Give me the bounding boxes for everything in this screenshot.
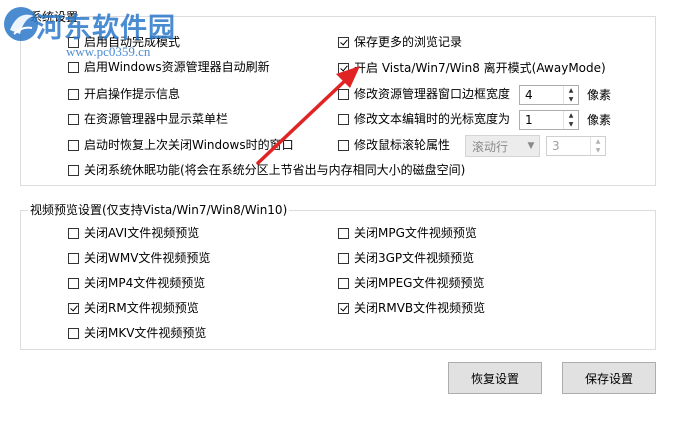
checkbox-border-width[interactable]: 修改资源管理器窗口边框宽度 — [338, 85, 510, 103]
checkbox-label: 保存更多的浏览记录 — [354, 35, 463, 49]
checkbox-box[interactable] — [68, 227, 79, 239]
spin-up-icon[interactable]: ▲ — [564, 111, 578, 120]
checkbox-avi[interactable]: 关闭AVI文件视频预览 — [68, 224, 199, 242]
checkbox-box[interactable] — [68, 113, 79, 125]
checkbox-label: 关闭MKV文件视频预览 — [84, 326, 207, 340]
watermark: 河东软件园 www.pc0359.cn — [2, 2, 217, 64]
spin-down-icon[interactable]: ▼ — [591, 146, 605, 155]
border-width-spinner[interactable]: 4 ▲ ▼ — [519, 85, 579, 105]
checkbox-box[interactable] — [68, 164, 79, 176]
checkbox-label: 修改文本编辑时的光标宽度为 — [354, 112, 511, 126]
spinner-value[interactable]: 1 — [520, 113, 563, 127]
checkbox-box[interactable] — [68, 88, 79, 100]
checkbox-rmvb[interactable]: 关闭RMVB文件视频预览 — [338, 299, 485, 317]
checkbox-operation-tips[interactable]: 开启操作提示信息 — [68, 85, 180, 103]
checkbox-label: 开启操作提示信息 — [84, 87, 181, 101]
checkbox-mp4[interactable]: 关闭MP4文件视频预览 — [68, 274, 205, 292]
checkbox-label: 关闭3GP文件视频预览 — [354, 251, 475, 265]
spin-down-icon[interactable]: ▼ — [564, 95, 578, 104]
spin-up-icon[interactable]: ▲ — [564, 86, 578, 95]
checkbox-restore-windows[interactable]: 启动时恢复上次关闭Windows时的窗口 — [68, 136, 294, 154]
checkbox-rm[interactable]: 关闭RM文件视频预览 — [68, 299, 199, 317]
checkbox-3gp[interactable]: 关闭3GP文件视频预览 — [338, 249, 474, 267]
checkbox-box[interactable] — [338, 62, 349, 74]
checkbox-show-menubar[interactable]: 在资源管理器中显示菜单栏 — [68, 110, 228, 128]
checkbox-cursor-width[interactable]: 修改文本编辑时的光标宽度为 — [338, 110, 510, 128]
checkbox-label: 关闭MPG文件视频预览 — [354, 226, 477, 240]
checkbox-box[interactable] — [68, 139, 79, 151]
checkbox-box[interactable] — [338, 139, 349, 151]
checkbox-wmv[interactable]: 关闭WMV文件视频预览 — [68, 249, 210, 267]
cursor-width-unit: 像素 — [587, 113, 612, 127]
save-settings-button[interactable]: 保存设置 — [562, 362, 656, 394]
wheel-lines-spinner[interactable]: 3 ▲ ▼ — [546, 136, 606, 156]
spin-up-icon[interactable]: ▲ — [591, 137, 605, 146]
border-width-unit: 像素 — [587, 88, 612, 102]
checkbox-box[interactable] — [68, 252, 79, 264]
checkbox-wheel-props[interactable]: 修改鼠标滚轮属性 — [338, 136, 450, 154]
checkbox-box[interactable] — [338, 113, 349, 125]
checkbox-box[interactable] — [68, 302, 79, 314]
checkbox-away-mode[interactable]: 开启 Vista/Win7/Win8 离开模式(AwayMode) — [338, 59, 606, 77]
watermark-text: 河东软件园 — [36, 13, 176, 44]
checkbox-label: 修改资源管理器窗口边框宽度 — [354, 87, 511, 101]
spinner-value[interactable]: 3 — [547, 139, 590, 153]
checkbox-box[interactable] — [338, 36, 349, 48]
checkbox-label: 关闭RM文件视频预览 — [84, 301, 199, 315]
chevron-down-icon[interactable]: ▼ — [523, 141, 539, 151]
checkbox-label: 关闭AVI文件视频预览 — [84, 226, 200, 240]
cursor-width-spinner[interactable]: 1 ▲ ▼ — [519, 110, 579, 130]
checkbox-label: 启动时恢复上次关闭Windows时的窗口 — [84, 138, 294, 152]
watermark-url: www.pc0359.cn — [66, 44, 151, 59]
checkbox-label: 在资源管理器中显示菜单栏 — [84, 112, 229, 126]
checkbox-label: 关闭RMVB文件视频预览 — [354, 301, 486, 315]
checkbox-label: 修改鼠标滚轮属性 — [354, 138, 451, 152]
checkbox-mkv[interactable]: 关闭MKV文件视频预览 — [68, 324, 206, 342]
checkbox-label: 关闭MPEG文件视频预览 — [354, 276, 485, 290]
checkbox-save-history[interactable]: 保存更多的浏览记录 — [338, 33, 462, 51]
checkbox-box[interactable] — [338, 227, 349, 239]
checkbox-box[interactable] — [68, 327, 79, 339]
checkbox-disable-hibernate[interactable]: 关闭系统休眠功能(将会在系统分区上节省出与内存相同大小的磁盘空间) — [68, 161, 465, 179]
checkbox-box[interactable] — [338, 252, 349, 264]
checkbox-label: 关闭MP4文件视频预览 — [84, 276, 206, 290]
spin-down-icon[interactable]: ▼ — [564, 120, 578, 129]
video-preview-title: 视频预览设置(仅支持Vista/Win7/Win8/Win10) — [28, 203, 290, 217]
select-value: 滚动行 — [472, 139, 509, 154]
checkbox-box[interactable] — [338, 88, 349, 100]
checkbox-box[interactable] — [68, 277, 79, 289]
checkbox-label: 关闭WMV文件视频预览 — [84, 251, 211, 265]
checkbox-label: 关闭系统休眠功能(将会在系统分区上节省出与内存相同大小的磁盘空间) — [84, 163, 466, 177]
checkbox-box[interactable] — [338, 277, 349, 289]
spinner-value[interactable]: 4 — [520, 88, 563, 102]
restore-settings-button[interactable]: 恢复设置 — [448, 362, 542, 394]
checkbox-mpg[interactable]: 关闭MPG文件视频预览 — [338, 224, 477, 242]
wheel-mode-select[interactable]: 滚动行 ▼ — [465, 135, 540, 157]
checkbox-mpeg[interactable]: 关闭MPEG文件视频预览 — [338, 274, 484, 292]
checkbox-box[interactable] — [338, 302, 349, 314]
checkbox-label: 开启 Vista/Win7/Win8 离开模式(AwayMode) — [354, 61, 606, 75]
